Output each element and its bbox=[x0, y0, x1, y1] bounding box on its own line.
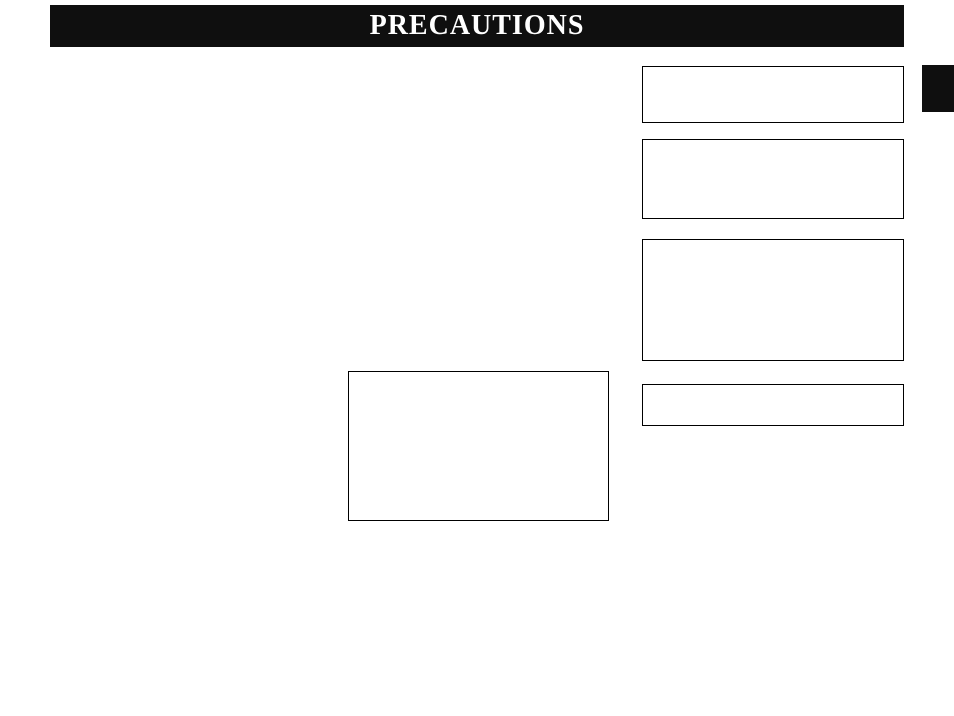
box-right-2 bbox=[642, 139, 904, 219]
box-center bbox=[348, 371, 609, 521]
page-title: PRECAUTIONS bbox=[370, 10, 585, 42]
header-bar: PRECAUTIONS bbox=[50, 5, 904, 47]
box-right-4 bbox=[642, 384, 904, 426]
box-right-1 bbox=[642, 66, 904, 123]
side-tab bbox=[922, 65, 954, 112]
box-right-3 bbox=[642, 239, 904, 361]
